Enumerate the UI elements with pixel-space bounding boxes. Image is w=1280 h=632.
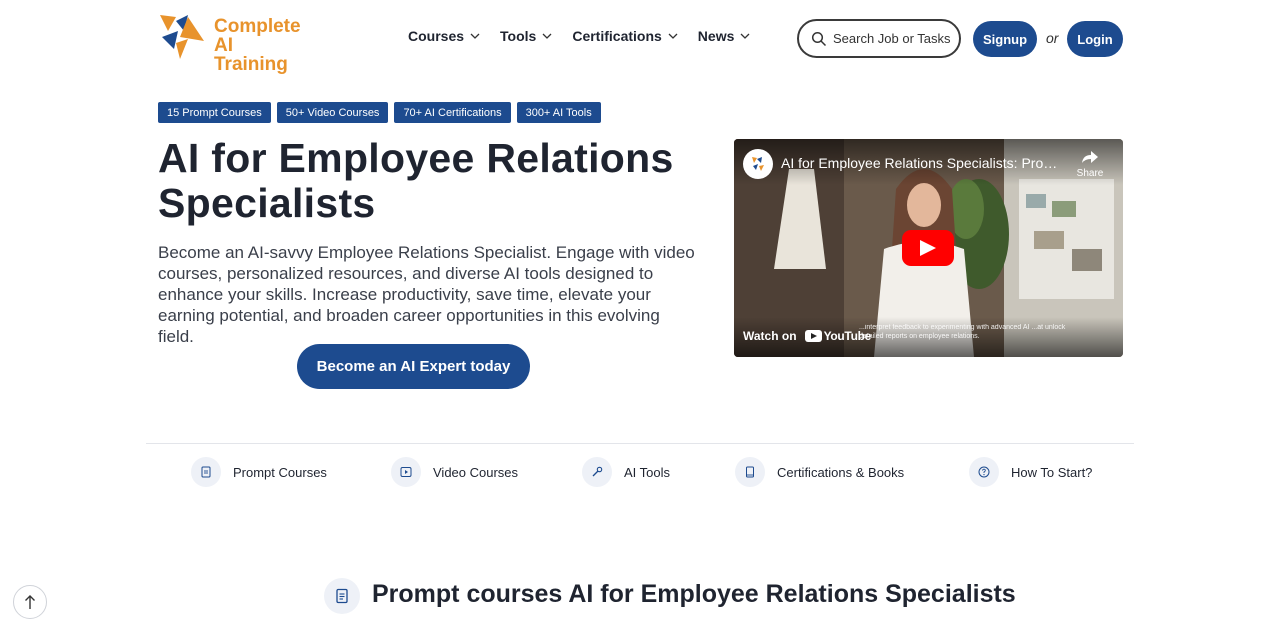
brand-logo[interactable]: Complete AI Training bbox=[158, 13, 308, 74]
tab-ai-tools[interactable]: AI Tools bbox=[582, 457, 670, 487]
document-icon bbox=[191, 457, 221, 487]
brand-line-1: Complete bbox=[214, 16, 301, 37]
arrow-up-icon bbox=[25, 595, 35, 609]
tab-label: How To Start? bbox=[1011, 464, 1093, 480]
nav-item-courses[interactable]: Courses bbox=[408, 28, 480, 44]
watch-on-youtube-link[interactable]: Watch on YouTube bbox=[743, 329, 871, 343]
logo-mark-icon bbox=[752, 157, 764, 171]
tab-label: Prompt Courses bbox=[233, 464, 327, 480]
or-separator: or bbox=[1046, 30, 1059, 46]
play-icon bbox=[391, 457, 421, 487]
video-caption: ...interpret feedback to experimenting w… bbox=[859, 324, 1066, 340]
main-nav: Courses Tools Certifications News bbox=[408, 28, 770, 44]
play-icon bbox=[920, 240, 936, 256]
share-button[interactable]: Share bbox=[1070, 148, 1110, 179]
watch-on-label: Watch on bbox=[743, 329, 797, 343]
brand-name: Complete AI Training bbox=[214, 17, 308, 74]
nav-item-label: Courses bbox=[408, 28, 465, 44]
become-expert-button[interactable]: Become an AI Expert today bbox=[297, 344, 530, 389]
chevron-down-icon bbox=[542, 33, 552, 39]
hero-description: Become an AI-savvy Employee Relations Sp… bbox=[158, 243, 695, 346]
badge-certifications[interactable]: 70+ AI Certifications bbox=[394, 102, 511, 123]
youtube-icon bbox=[804, 330, 822, 342]
nav-item-news[interactable]: News bbox=[698, 28, 751, 44]
search-box[interactable] bbox=[797, 19, 961, 58]
login-button[interactable]: Login bbox=[1067, 21, 1123, 57]
nav-item-label: Certifications bbox=[572, 28, 662, 44]
play-button[interactable] bbox=[902, 230, 954, 266]
document-icon bbox=[324, 578, 360, 614]
search-input[interactable] bbox=[833, 31, 953, 46]
video-title[interactable]: AI for Employee Relations Specialists: P… bbox=[781, 155, 1066, 171]
youtube-logo: YouTube bbox=[804, 329, 872, 343]
tab-certifications-books[interactable]: Certifications & Books bbox=[735, 457, 904, 487]
tab-label: AI Tools bbox=[624, 464, 671, 480]
chevron-down-icon bbox=[470, 33, 480, 39]
tab-label: Video Courses bbox=[433, 464, 519, 480]
logo-mark-icon bbox=[160, 15, 204, 59]
share-icon bbox=[1082, 151, 1098, 163]
youtube-wordmark: YouTube bbox=[823, 329, 872, 343]
question-icon bbox=[969, 457, 999, 487]
page-title: AI for Employee Relations Specialists bbox=[158, 135, 674, 226]
tab-how-to-start[interactable]: How To Start? bbox=[969, 457, 1092, 487]
signup-button[interactable]: Signup bbox=[973, 21, 1037, 57]
tab-label: Certifications & Books bbox=[777, 464, 905, 480]
nav-item-certifications[interactable]: Certifications bbox=[572, 28, 678, 44]
badge-video-courses[interactable]: 50+ Video Courses bbox=[276, 102, 389, 123]
site-header: Complete AI Training Courses Tools Certi… bbox=[0, 0, 1280, 78]
youtube-video-embed[interactable]: AI for Employee Relations Specialists: P… bbox=[734, 139, 1123, 357]
chevron-down-icon bbox=[668, 33, 678, 39]
nav-item-tools[interactable]: Tools bbox=[500, 28, 552, 44]
tab-prompt-courses[interactable]: Prompt Courses bbox=[191, 457, 327, 487]
search-icon bbox=[811, 31, 827, 46]
section-title: Prompt courses AI for Employee Relations… bbox=[372, 580, 1016, 608]
chevron-down-icon bbox=[740, 33, 750, 39]
nav-item-label: News bbox=[697, 28, 735, 44]
brand-line-2: AI Training bbox=[214, 35, 288, 75]
wrench-icon bbox=[582, 457, 612, 487]
share-label: Share bbox=[1076, 168, 1104, 179]
book-icon bbox=[735, 457, 765, 487]
badge-ai-tools[interactable]: 300+ AI Tools bbox=[516, 102, 601, 123]
tab-video-courses[interactable]: Video Courses bbox=[391, 457, 518, 487]
channel-avatar[interactable] bbox=[743, 149, 773, 179]
back-to-top-button[interactable] bbox=[13, 585, 47, 619]
stats-badges: 15 Prompt Courses 50+ Video Courses 70+ … bbox=[158, 102, 601, 123]
nav-item-label: Tools bbox=[500, 28, 537, 44]
badge-prompt-courses[interactable]: 15 Prompt Courses bbox=[158, 102, 271, 123]
section-divider bbox=[146, 443, 1134, 444]
